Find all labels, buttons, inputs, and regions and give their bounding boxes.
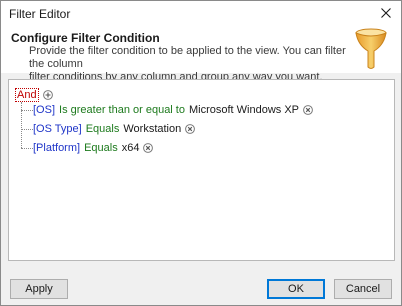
title-bar: Filter Editor — [1, 1, 401, 27]
group-operator[interactable]: And — [15, 88, 39, 102]
funnel-icon — [354, 27, 388, 74]
header-title: Configure Filter Condition — [11, 31, 160, 45]
filter-editor-dialog: Filter Editor Configure Filter Condition… — [0, 0, 402, 306]
root-group-row: And — [15, 88, 53, 102]
close-icon — [381, 7, 391, 21]
condition-operator[interactable]: Is greater than or equal to — [59, 104, 185, 116]
condition-row: [Platform] Equals x64 — [33, 142, 154, 154]
remove-condition-icon[interactable] — [185, 124, 196, 134]
ok-button[interactable]: OK — [267, 279, 325, 299]
description-line: Provide the filter condition to be appli… — [29, 45, 346, 70]
condition-operator[interactable]: Equals — [86, 123, 120, 135]
remove-condition-icon[interactable] — [143, 143, 154, 153]
condition-field[interactable]: [OS] — [33, 104, 55, 116]
window-title: Filter Editor — [9, 7, 71, 21]
condition-operator[interactable]: Equals — [84, 142, 118, 154]
condition-field[interactable]: [Platform] — [33, 142, 80, 154]
dialog-footer: Apply OK Cancel — [1, 267, 401, 305]
tree-connector — [21, 102, 22, 148]
remove-condition-icon[interactable] — [303, 105, 313, 115]
tree-connector — [21, 148, 33, 149]
condition-value[interactable]: Microsoft Windows XP — [189, 104, 299, 116]
filter-tree-editor[interactable]: And [OS] Is greater than or equal to Mic… — [8, 79, 395, 261]
tree-connector — [21, 110, 33, 111]
condition-field[interactable]: [OS Type] — [33, 123, 82, 135]
close-button[interactable] — [371, 1, 401, 27]
condition-row: [OS Type] Equals Workstation — [33, 123, 196, 135]
dialog-header: Configure Filter Condition Provide the f… — [1, 27, 401, 83]
condition-row: [OS] Is greater than or equal to Microso… — [33, 104, 313, 116]
cancel-button[interactable]: Cancel — [334, 279, 392, 299]
condition-value[interactable]: Workstation — [123, 123, 181, 135]
tree-connector — [21, 129, 33, 130]
add-condition-icon[interactable] — [42, 90, 53, 100]
condition-value[interactable]: x64 — [122, 142, 140, 154]
apply-button[interactable]: Apply — [10, 279, 68, 299]
